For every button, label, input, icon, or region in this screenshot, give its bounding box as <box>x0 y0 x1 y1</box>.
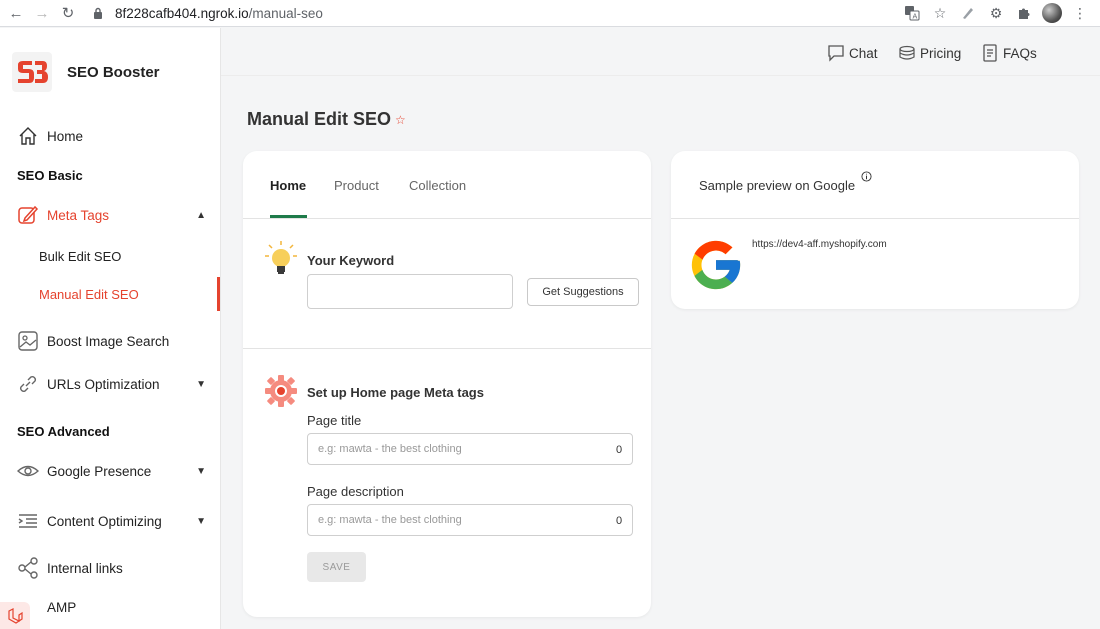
indent-list-icon <box>17 510 39 532</box>
sidebar-item-label: Content Optimizing <box>47 513 162 529</box>
sidebar-subitem-manual-edit-seo[interactable]: Manual Edit SEO <box>39 287 139 302</box>
pricing-label: Pricing <box>920 45 962 61</box>
sidebar-item-boost-image-search[interactable]: Boost Image Search <box>0 330 220 352</box>
sidebar-section-seo-basic: SEO Basic <box>17 168 83 183</box>
translate-icon[interactable]: A <box>902 3 922 23</box>
preview-title: Sample preview on Google <box>699 178 856 193</box>
url-path: /manual-seo <box>248 5 323 21</box>
google-preview-card: Sample preview on Google https://dev4-af… <box>671 151 1079 309</box>
sidebar-item-google-presence[interactable]: Google Presence ▼ <box>0 460 220 482</box>
address-bar[interactable]: 8f228cafb404.ngrok.io/manual-seo <box>91 2 902 24</box>
settings-extension-icon[interactable]: ⚙ <box>986 3 1006 23</box>
tab-bar: Home Product Collection <box>243 151 651 219</box>
lock-icon <box>91 6 105 20</box>
faqs-label: FAQs <box>1003 45 1037 61</box>
chevron-down-icon[interactable]: ▼ <box>196 466 206 477</box>
manual-seo-card: Home Product Collection Your Keyword Get… <box>243 151 651 617</box>
page-description-input[interactable] <box>307 504 633 536</box>
url-host: 8f228cafb404.ngrok.io <box>115 5 249 21</box>
sidebar-item-internal-links[interactable]: Internal links <box>0 557 220 579</box>
seo-booster-logo-icon <box>12 52 52 92</box>
tab-product[interactable]: Product <box>334 178 379 193</box>
preview-url: https://dev4-aff.myshopify.com <box>752 239 887 250</box>
section-divider <box>243 348 651 349</box>
puzzle-extensions-icon[interactable] <box>1014 3 1034 23</box>
sidebar-item-label: Boost Image Search <box>47 333 170 349</box>
chevron-down-icon[interactable]: ▼ <box>196 516 206 527</box>
browser-toolbar: ← → ↻ 8f228cafb404.ngrok.io/manual-seo A… <box>0 0 1100 27</box>
sidebar-item-urls-optimization[interactable]: URLs Optimization ▼ <box>0 373 220 395</box>
sidebar-item-home[interactable]: Home <box>0 125 220 147</box>
share-nodes-icon <box>17 557 39 579</box>
active-tab-indicator <box>270 215 307 218</box>
page-description-char-count: 0 <box>616 515 623 527</box>
profile-avatar[interactable] <box>1042 3 1062 23</box>
page-title-label: Page title <box>307 413 362 428</box>
keyword-input[interactable] <box>307 274 513 309</box>
document-icon <box>981 44 999 62</box>
sidebar-section-seo-advanced: SEO Advanced <box>17 424 110 439</box>
forward-arrow-icon[interactable]: → <box>29 0 55 26</box>
page-title-input[interactable] <box>307 433 633 465</box>
keyword-label: Your Keyword <box>307 253 395 268</box>
get-suggestions-button[interactable]: Get Suggestions <box>527 278 639 306</box>
faqs-link[interactable]: FAQs <box>981 44 1037 62</box>
page-title: Manual Edit SEO ☆ <box>247 109 406 130</box>
chat-icon <box>827 44 845 62</box>
coins-icon <box>898 44 916 62</box>
sidebar-item-label: Google Presence <box>47 463 152 479</box>
eye-icon <box>17 460 39 482</box>
sidebar-item-content-optimizing[interactable]: Content Optimizing ▼ <box>0 510 220 532</box>
reload-icon[interactable]: ↻ <box>55 0 81 26</box>
sidebar-item-meta-tags[interactable]: Meta Tags ▲ <box>0 204 220 226</box>
back-arrow-icon[interactable]: ← <box>3 0 29 26</box>
chevron-down-icon[interactable]: ▼ <box>196 379 206 390</box>
debug-bar-icon[interactable] <box>0 602 30 629</box>
sidebar-item-label: AMP <box>47 599 77 615</box>
chevron-up-icon[interactable]: ▲ <box>196 210 206 221</box>
edit-icon <box>17 204 39 226</box>
tab-home[interactable]: Home <box>270 178 306 193</box>
brand[interactable]: SEO Booster <box>12 52 160 92</box>
info-icon[interactable] <box>861 171 872 182</box>
chat-link[interactable]: Chat <box>827 44 878 62</box>
page-title-char-count: 0 <box>616 444 623 456</box>
brand-name: SEO Booster <box>67 63 160 81</box>
meta-tags-heading: Set up Home page Meta tags <box>307 385 484 400</box>
settings-gear-icon <box>264 374 298 408</box>
lightbulb-icon <box>264 241 298 276</box>
sidebar-item-amp[interactable]: AMP <box>0 596 220 618</box>
bookmark-star-icon[interactable]: ☆ <box>930 3 950 23</box>
save-button[interactable]: SAVE <box>307 552 366 582</box>
star-icon[interactable]: ☆ <box>395 113 406 127</box>
home-icon <box>17 125 39 147</box>
image-icon <box>17 330 39 352</box>
google-logo-icon <box>691 240 741 290</box>
page-description-label: Page description <box>307 484 404 499</box>
active-indicator <box>217 277 220 311</box>
preview-header: Sample preview on Google <box>671 151 1079 219</box>
chat-label: Chat <box>849 45 878 61</box>
pricing-link[interactable]: Pricing <box>898 44 961 62</box>
menu-kebab-icon[interactable]: ⋮ <box>1070 3 1090 23</box>
pen-extension-icon[interactable] <box>958 3 978 23</box>
sidebar-item-label: Home <box>47 128 84 144</box>
sidebar: SEO Booster Home SEO Basic Meta Tags ▲ B… <box>0 28 221 629</box>
page-title-text: Manual Edit SEO <box>247 109 392 129</box>
link-icon <box>17 373 39 395</box>
svg-text:A: A <box>913 13 918 21</box>
sidebar-item-label: URLs Optimization <box>47 376 160 392</box>
sidebar-item-label: Meta Tags <box>47 207 110 223</box>
tab-collection[interactable]: Collection <box>409 178 466 193</box>
top-navigation: Chat Pricing FAQs <box>221 28 1100 76</box>
sidebar-item-label: Internal links <box>47 560 123 576</box>
sidebar-subitem-bulk-edit-seo[interactable]: Bulk Edit SEO <box>39 249 121 264</box>
